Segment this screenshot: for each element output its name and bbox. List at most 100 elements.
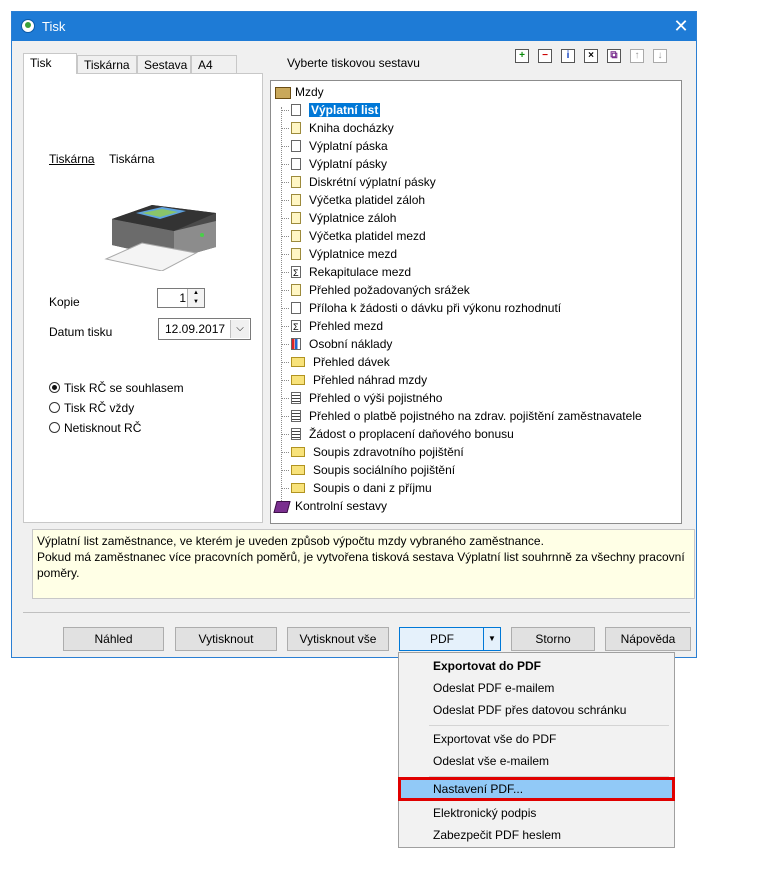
tree-root-label: Kontrolní sestavy [295, 499, 388, 513]
tree-connector [281, 254, 289, 255]
tree-item[interactable]: Výplatní páska [281, 138, 388, 154]
menu-item-electronic-signature[interactable]: Elektronický podpis [399, 802, 674, 824]
close-icon[interactable]: × [584, 49, 598, 63]
radio-tisk-rc-vzdy[interactable]: Tisk RČ vždy [49, 400, 134, 416]
tree-item[interactable]: Přehled o platbě pojistného na zdrav. po… [281, 408, 642, 424]
tree-item[interactable]: Výčetka platidel záloh [281, 192, 425, 208]
tree-connector [281, 182, 289, 183]
report-icon [291, 121, 301, 134]
tree-connector [281, 200, 289, 201]
print-all-button[interactable]: Vytisknout vše [287, 627, 389, 651]
report-tree[interactable]: Mzdy Výplatní list Kniha docházky Výplatní… [270, 80, 682, 524]
tree-item[interactable]: Výplatnice záloh [281, 210, 396, 226]
copies-stepper[interactable]: 1 ▲ ▼ [157, 288, 205, 308]
tree-connector [281, 146, 289, 147]
tree-root-mzdy[interactable]: Mzdy [275, 84, 324, 100]
tree-item[interactable]: Soupis o dani z příjmu [281, 480, 432, 496]
date-value[interactable]: 12.09.2017 [165, 322, 225, 336]
folder-icon [291, 482, 305, 493]
tree-item-label: Výplatní páska [309, 139, 388, 153]
tab-tiskarna[interactable]: Tiskárna [77, 55, 137, 73]
tree-item-label: Příloha k žádosti o dávku při výkonu roz… [309, 301, 562, 315]
print-button[interactable]: Vytisknout [175, 627, 277, 651]
menu-item-send-all-email[interactable]: Odeslat vše e-mailem [399, 750, 674, 772]
date-picker[interactable]: 12.09.2017 ⌵ [158, 318, 251, 340]
folder-icon [291, 446, 305, 457]
tree-connector [281, 380, 289, 381]
tree-item[interactable]: Rekapitulace mezd [281, 264, 411, 281]
move-up-icon[interactable]: ↑ [630, 49, 644, 63]
pdf-menu: Exportovat do PDF Odeslat PDF e-mailem O… [398, 652, 675, 848]
radio-label: Tisk RČ se souhlasem [64, 381, 184, 395]
tree-item[interactable]: Soupis sociálního pojištění [281, 462, 455, 478]
tree-root-kontrolni-sestavy[interactable]: Kontrolní sestavy [273, 498, 388, 514]
tree-item-label: Přehled o platbě pojistného na zdrav. po… [309, 409, 642, 423]
tree-item[interactable]: Přehled o výši pojistného [281, 390, 442, 406]
chevron-down-icon[interactable]: ⌵ [230, 320, 249, 338]
tree-item[interactable]: Kniha docházky [281, 120, 394, 136]
tree-connector [281, 326, 289, 327]
chevron-down-icon[interactable]: ▼ [483, 628, 500, 650]
copies-value[interactable]: 1 [179, 291, 186, 305]
radio-checked-icon[interactable] [49, 382, 60, 394]
cancel-button[interactable]: Storno [511, 627, 595, 651]
menu-item-send-pdf-databox[interactable]: Odeslat PDF přes datovou schránku [399, 699, 674, 721]
tree-connector [281, 272, 289, 273]
menu-item-pdf-settings[interactable]: Nastavení PDF... [398, 777, 675, 801]
tree-item[interactable]: Přehled dávek [281, 354, 390, 370]
tree-item[interactable]: Výčetka platidel mezd [281, 228, 426, 244]
tree-item[interactable]: Přehled náhrad mzdy [281, 372, 427, 388]
close-icon[interactable]: ✕ [666, 12, 696, 41]
tree-connector [281, 488, 289, 489]
book-icon [273, 500, 291, 513]
tree-item[interactable]: Přehled mezd [281, 318, 383, 335]
menu-item-password-protect[interactable]: Zabezpečit PDF heslem [399, 824, 674, 846]
preview-button[interactable]: Náhled [63, 627, 164, 651]
tree-connector [281, 107, 283, 501]
radio-netisknout-rc[interactable]: Netisknout RČ [49, 420, 141, 436]
tab-sestava[interactable]: Sestava [137, 55, 191, 73]
add-icon[interactable]: + [515, 49, 529, 63]
tree-item[interactable]: Přehled požadovaných srážek [281, 282, 470, 298]
tab-tisk[interactable]: Tisk [23, 53, 77, 74]
menu-item-export-pdf[interactable]: Exportovat do PDF [399, 655, 674, 677]
tree-item[interactable]: Výplatní pásky [281, 156, 387, 172]
remove-icon[interactable]: − [538, 49, 552, 63]
tree-item[interactable]: Osobní náklady [281, 336, 393, 352]
info-icon[interactable]: i [561, 49, 575, 63]
report-description: Výplatní list zaměstnance, ve kterém je … [32, 529, 695, 599]
tab-a4[interactable]: A4 [191, 55, 237, 73]
menu-item-send-pdf-email[interactable]: Odeslat PDF e-mailem [399, 677, 674, 699]
stepper-buttons: ▲ ▼ [187, 289, 204, 307]
pdf-button-label[interactable]: PDF [430, 632, 454, 646]
help-button[interactable]: Nápověda [605, 627, 691, 651]
chart-icon [291, 337, 301, 350]
document-icon [291, 139, 301, 152]
spin-down-icon[interactable]: ▼ [188, 298, 204, 307]
menu-item-export-all-pdf[interactable]: Exportovat vše do PDF [399, 728, 674, 750]
radio-unchecked-icon[interactable] [49, 402, 60, 414]
printer-link[interactable]: Tiskárna [49, 152, 95, 166]
radio-unchecked-icon[interactable] [49, 422, 60, 434]
tree-connector [281, 290, 289, 291]
tree-connector [281, 236, 289, 237]
tree-connector [281, 218, 289, 219]
tree-item[interactable]: Diskrétní výplatní pásky [281, 174, 436, 190]
tree-item[interactable]: Soupis zdravotního pojištění [281, 444, 464, 460]
radio-label: Netisknout RČ [64, 421, 142, 435]
tree-item[interactable]: Výplatnice mezd [281, 246, 397, 262]
tree-item-label: Žádost o proplacení daňového bonusu [309, 427, 514, 441]
radio-label: Tisk RČ vždy [64, 401, 135, 415]
pdf-split-button[interactable]: PDF ▼ [399, 627, 501, 651]
radio-tisk-rc-se-souhlasem[interactable]: Tisk RČ se souhlasem [49, 380, 184, 396]
tree-item-label: Výčetka platidel mezd [309, 229, 426, 243]
tree-item[interactable]: Výplatní list [281, 102, 381, 118]
tree-item-label: Osobní náklady [309, 337, 393, 351]
tree-item[interactable]: Žádost o proplacení daňového bonusu [281, 426, 514, 442]
move-down-icon[interactable]: ↓ [653, 49, 667, 63]
copy-icon[interactable]: ⧉ [607, 49, 621, 63]
tree-item[interactable]: Příloha k žádosti o dávku při výkonu roz… [281, 300, 562, 316]
report-icon [291, 193, 301, 206]
tree-connector [281, 308, 289, 309]
book-open-icon [275, 86, 291, 99]
